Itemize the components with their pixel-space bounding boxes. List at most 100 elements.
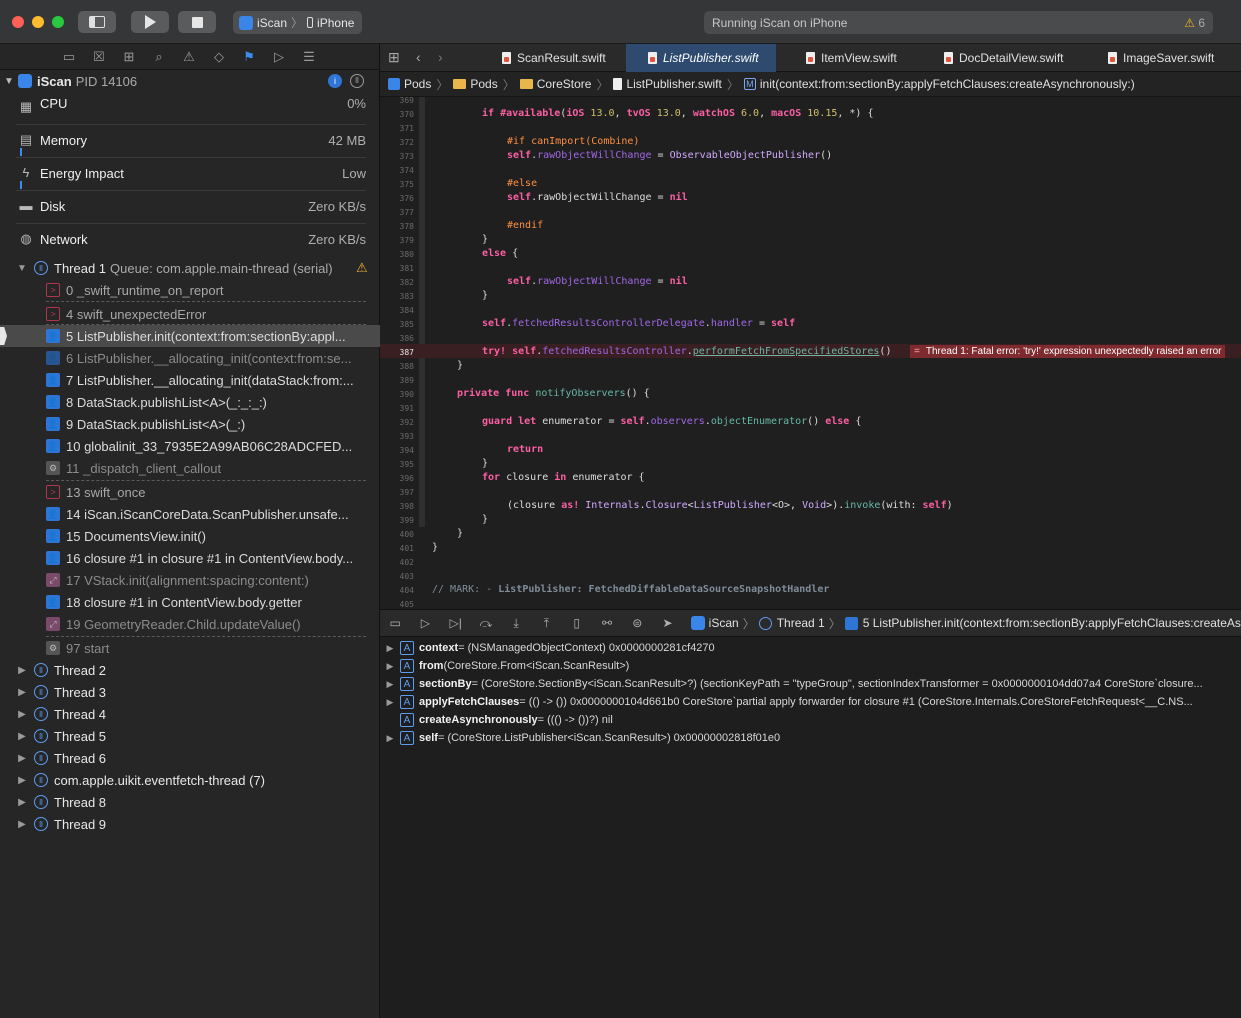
run-button[interactable]: [131, 11, 169, 33]
step-over-icon[interactable]: ⤼: [471, 616, 501, 631]
continue-icon[interactable]: ▷|: [441, 616, 471, 630]
variable-row[interactable]: ▶ Aself = (CoreStore.ListPublisher<iScan.…: [380, 729, 1241, 747]
variables-view[interactable]: ▶ Acontext = (NSManagedObjectContext) 0x0…: [380, 637, 1241, 1018]
debug-app-label[interactable]: iScan: [709, 616, 739, 630]
report-icon[interactable]: ☰: [300, 49, 318, 65]
jumpbar-item[interactable]: Minit(context:from:sectionBy:applyFetchC…: [743, 77, 1135, 91]
jumpbar-item[interactable]: Pods: [388, 77, 431, 91]
toggle-navigator-button[interactable]: [78, 11, 116, 33]
stack-frame[interactable]: >4 swift_unexpectedError: [46, 303, 368, 325]
stack-frame-selected[interactable]: 👤 5 ListPublisher.init(context:from:secti…: [0, 325, 380, 347]
info-icon[interactable]: i: [328, 74, 342, 88]
gauge-network[interactable]: ◍ Network Zero KB/s: [16, 224, 366, 257]
jumpbar-item[interactable]: ListPublisher.swift: [613, 77, 722, 91]
stack-frame[interactable]: ⤢ 19 GeometryReader.Child.updateValue(): [46, 613, 368, 635]
user-frame-icon: [844, 616, 858, 630]
jumpbar-label: Pods: [404, 77, 432, 91]
gauge-disk[interactable]: ▬ Disk Zero KB/s: [16, 191, 366, 224]
pause-process-icon[interactable]: ll: [350, 74, 364, 88]
back-icon[interactable]: ‹: [416, 49, 421, 65]
stack-frame[interactable]: ⤢ 17 VStack.init(alignment:spacing:conten…: [46, 569, 368, 591]
thread-row[interactable]: ▶ ll Thread 5: [0, 725, 380, 747]
minimize-window-button[interactable]: [32, 16, 44, 28]
issue-icon[interactable]: ⚠: [180, 49, 198, 65]
error-annotation[interactable]: = Thread 1: Fatal error: 'try!' expressio…: [910, 345, 1226, 358]
debug-frame-label[interactable]: 5 ListPublisher.init(context:from:sectio…: [863, 616, 1241, 630]
source-editor[interactable]: 369 370 if #available(iOS 13.0, tvOS 13.…: [380, 97, 1241, 609]
code-folding-ribbon[interactable]: [419, 97, 425, 527]
close-window-button[interactable]: [12, 16, 24, 28]
stack-frame[interactable]: >0 _swift_runtime_on_report: [46, 279, 368, 301]
stack-frame[interactable]: 👤 10 globalinit_33_7935E2A99AB06C28ADCFED…: [46, 435, 368, 457]
tab-scanresult[interactable]: ScanResult.swift: [476, 44, 626, 72]
step-into-icon[interactable]: ⤓: [501, 616, 531, 631]
breakpoint-icon[interactable]: ▷: [270, 49, 288, 65]
stack-frame[interactable]: 👤 15 DocumentsView.init(): [46, 525, 368, 547]
gauge-cpu[interactable]: ▦ CPU 0%: [16, 92, 366, 125]
thread-1-row[interactable]: ▼ ll Thread 1 Queue: com.apple.main-thre…: [0, 257, 380, 279]
line-number: 396: [399, 474, 414, 483]
forward-icon[interactable]: ›: [438, 49, 443, 65]
step-out-icon[interactable]: ⤒: [531, 616, 561, 631]
view-debugger-icon[interactable]: ▯: [562, 616, 592, 630]
frame-label: 0 _swift_runtime_on_report: [66, 282, 224, 298]
stop-button[interactable]: [178, 11, 216, 33]
breakpoints-toggle-icon[interactable]: ▷: [410, 616, 440, 630]
jumpbar-item[interactable]: CoreStore: [519, 77, 591, 91]
stack-frame[interactable]: ⚙ 11 _dispatch_client_callout: [46, 457, 368, 479]
test-icon[interactable]: ◇: [210, 49, 228, 65]
tab-docdetailview[interactable]: DocDetailView.swift: [926, 44, 1086, 72]
code-line: }: [482, 234, 489, 245]
disclosure-open-icon: ▼: [17, 262, 27, 274]
status-text: Running iScan on iPhone: [712, 16, 848, 30]
folder-icon[interactable]: ▭: [60, 49, 78, 65]
simulate-location-icon[interactable]: ➤: [652, 616, 682, 630]
environment-overrides-icon[interactable]: ⊜: [622, 616, 652, 630]
process-row[interactable]: ▼ iScan PID 14106 i ll: [0, 70, 380, 92]
variable-row[interactable]: ▶ Acontext = (NSManagedObjectContext) 0x0…: [380, 639, 1241, 657]
source-control-icon[interactable]: ☒: [90, 49, 108, 65]
thread-row[interactable]: ▶ ll Thread 9: [0, 813, 380, 835]
gauge-memory[interactable]: ▤ Memory 42 MB: [16, 125, 366, 158]
stack-frame[interactable]: 👤 9 DataStack.publishList<A>(_:): [46, 413, 368, 435]
variable-row[interactable]: ▶ Afrom (CoreStore.From<iScan.ScanResult>…: [380, 657, 1241, 675]
variable-row[interactable]: ▶ AsectionBy = (CoreStore.SectionBy<iScan…: [380, 675, 1241, 693]
warning-indicator[interactable]: ⚠ 6: [1184, 16, 1205, 30]
zoom-window-button[interactable]: [52, 16, 64, 28]
scheme-selector[interactable]: iScan 〉 iPhone: [233, 11, 362, 34]
stack-frame[interactable]: 👤 6 ListPublisher.__allocating_init(conte…: [46, 347, 368, 369]
tab-itemview[interactable]: ItemView.swift: [776, 44, 926, 72]
stack-frame[interactable]: 👤 16 closure #1 in closure #1 in ContentV…: [46, 547, 368, 569]
hide-debug-area-icon[interactable]: ▭: [380, 616, 410, 630]
line-number: 382: [399, 278, 414, 287]
thread-row[interactable]: ▶ ll com.apple.uikit.eventfetch-thread (7): [0, 769, 380, 791]
thread-row[interactable]: ▶ ll Thread 2: [0, 659, 380, 681]
jumpbar-item[interactable]: Pods: [453, 77, 498, 91]
stack-frame[interactable]: 👤 18 closure #1 in ContentView.body.gette…: [46, 591, 368, 613]
grid-icon[interactable]: ⊞: [388, 49, 400, 66]
user-frame-icon: 👤: [46, 395, 60, 409]
stack-frame[interactable]: 👤 8 DataStack.publishList<A>(_:_:_:): [46, 391, 368, 413]
thread-row[interactable]: ▶ ll Thread 3: [0, 681, 380, 703]
variable-value: = (CoreStore.SectionBy<iScan.ScanResult>…: [471, 678, 1203, 690]
symbol-icon[interactable]: ⊞: [120, 49, 138, 65]
stack-frame[interactable]: 👤 7 ListPublisher.__allocating_init(dataS…: [46, 369, 368, 391]
warning-count: 6: [1198, 16, 1205, 30]
stack-frame[interactable]: 👤 14 iScan.iScanCoreData.ScanPublisher.un…: [46, 503, 368, 525]
thread-row[interactable]: ▶ ll Thread 8: [0, 791, 380, 813]
code-line: }: [432, 542, 439, 553]
thread-row[interactable]: ▶ ll Thread 4: [0, 703, 380, 725]
find-icon[interactable]: ⌕: [150, 49, 168, 65]
variable-row[interactable]: ▶ AapplyFetchClauses = (() -> ()) 0x00000…: [380, 693, 1241, 711]
memory-graph-icon[interactable]: ⚯: [592, 616, 622, 630]
variable-row[interactable]: AcreateAsynchronously = ((() -> ())?) ni…: [380, 711, 1241, 729]
user-frame-icon: 👤: [46, 329, 60, 343]
debug-icon[interactable]: ⚑: [240, 49, 258, 65]
gauge-energy[interactable]: ϟ Energy Impact Low: [16, 158, 366, 191]
thread-row[interactable]: ▶ ll Thread 6: [0, 747, 380, 769]
stack-frame[interactable]: ⚙ 97 start: [46, 637, 368, 659]
tab-imagesaver[interactable]: ImageSaver.swift: [1086, 44, 1241, 72]
debug-thread-label[interactable]: Thread 1: [777, 616, 825, 630]
stack-frame[interactable]: >13 swift_once: [46, 481, 368, 503]
tab-listpublisher[interactable]: ListPublisher.swift: [626, 44, 776, 72]
